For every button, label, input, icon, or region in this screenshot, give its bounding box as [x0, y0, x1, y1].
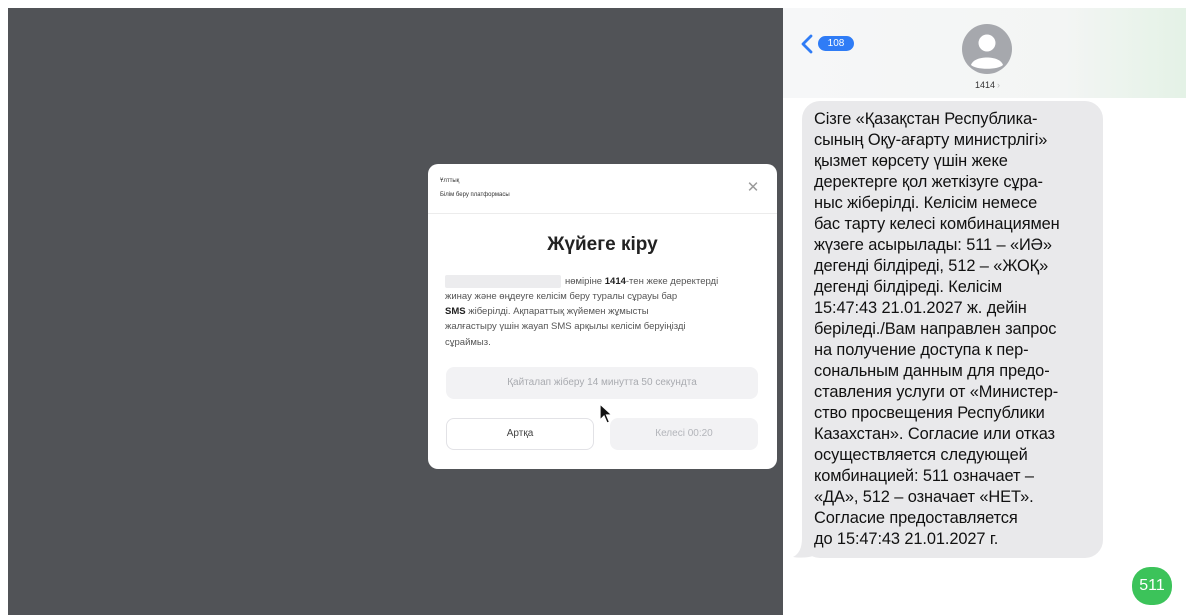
- mouse-pointer-icon: [599, 403, 614, 424]
- back-chevron-icon[interactable]: [800, 34, 814, 54]
- chevron-right-icon: ›: [997, 80, 1001, 90]
- masked-phone-number: [445, 275, 561, 288]
- close-icon[interactable]: ✕: [746, 180, 760, 195]
- brand-name-line2: Білім беру платформасы: [440, 192, 510, 198]
- message-line-3: SMS жіберілді. Ақпараттық жүйемен жұмыст…: [445, 306, 649, 317]
- dialog-header: Ұлттық Білім беру платформасы ✕: [428, 164, 777, 214]
- message-text-line: ставления услуги от «Министер-: [814, 383, 1059, 401]
- message-text-line: дегенді білдіреді, 512 – «ЖОҚ»: [814, 257, 1049, 275]
- message-text-line: комбинацией: 511 означает –: [814, 467, 1034, 485]
- sent-message-bubble: 511: [1132, 567, 1172, 605]
- unread-count-badge[interactable]: 108: [818, 36, 854, 51]
- message-text-line: қызмет көрсету үшін жеке: [814, 152, 1008, 170]
- message-line-5: сұраймыз.: [445, 337, 491, 348]
- next-button[interactable]: Келесі 00:20: [610, 418, 758, 450]
- dialog-title: Жүйеге кіру: [547, 234, 658, 255]
- message-text-line: до 15:47:43 21.01.2027 г.: [814, 530, 999, 548]
- message-text-line: бас тарту келесі комбинациямен: [814, 215, 1060, 233]
- message-text-line: на получение доступа к пер-: [814, 341, 1029, 359]
- message-line-2: жинау және өңдеуге келісім беру туралы с…: [445, 291, 678, 302]
- message-text-line: ство просвещения Республики: [814, 404, 1045, 422]
- message-text-line: Сізге «Қазақстан Республика-: [814, 110, 1038, 128]
- message-text-line: жүзеге асырылады: 511 – «ИӘ»: [814, 236, 1052, 254]
- resend-button[interactable]: Қайталап жіберу 14 минутта 50 секундта: [446, 367, 758, 399]
- back-button[interactable]: Артқа: [446, 418, 594, 450]
- message-line-1: нөміріне 1414-тен жеке деректерді: [565, 276, 719, 287]
- message-text-line: деректерге қол жеткізуге сұра-: [814, 173, 1043, 191]
- message-text-line: Казахстан». Согласие или отказ: [814, 425, 1055, 443]
- message-line-4: жалғастыру үшін жауап SMS арқылы келісім…: [445, 321, 686, 332]
- message-text-line: беріледі./Вам направлен запрос: [814, 320, 1057, 338]
- contact-name[interactable]: 1414 ›: [975, 80, 1000, 90]
- message-text-line: ныс жіберілді. Келісім немесе: [814, 194, 1038, 212]
- message-text-line: дегенді білдіреді. Келісім: [814, 278, 1003, 296]
- message-text-line: сональным данным для предо-: [814, 362, 1050, 380]
- message-text-line: сының Оқу-ағарту министрлігі»: [814, 131, 1048, 149]
- message-text-line: Согласие предоставляется: [814, 509, 1018, 527]
- message-text-line: 15:47:43 21.01.2027 ж. дейін: [814, 299, 1027, 317]
- contact-avatar-icon[interactable]: [962, 24, 1012, 74]
- message-text-line: осуществляется следующей: [814, 446, 1028, 464]
- message-text-line: «ДА», 512 – означает «НЕТ».: [814, 488, 1034, 506]
- brand-name-line1: Ұлттық: [440, 178, 460, 184]
